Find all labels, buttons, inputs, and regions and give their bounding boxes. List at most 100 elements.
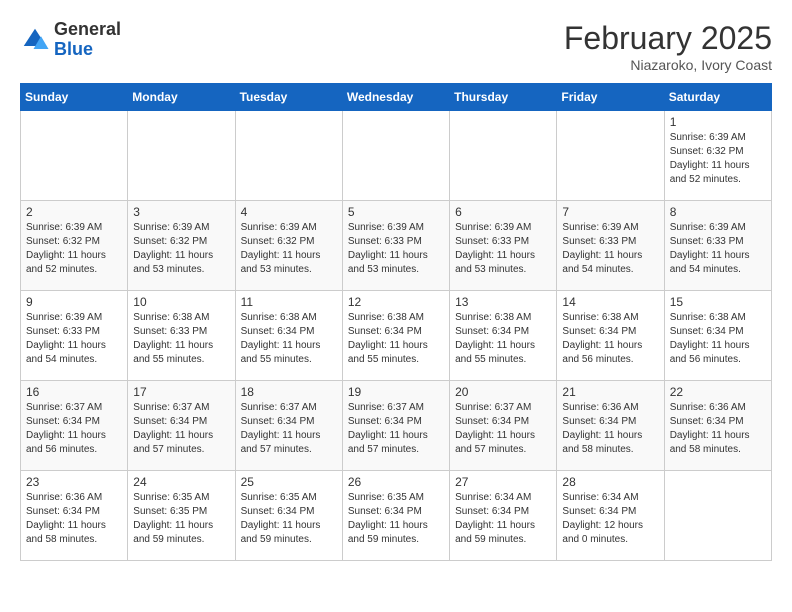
day-number: 1 (670, 115, 766, 129)
day-cell: 25Sunrise: 6:35 AM Sunset: 6:34 PM Dayli… (235, 471, 342, 561)
day-cell: 4 Sunrise: 6:39 AM Sunset: 6:32 PM Daylig… (235, 201, 342, 291)
day-number: 20 (455, 385, 551, 399)
day-cell: 27 Sunrise: 6:34 AM Sunset: 6:34 PM Dayli… (450, 471, 557, 561)
day-info: Sunrise: 6:35 AM Sunset: 6:34 PM Dayligh… (348, 491, 444, 547)
day-number: 11 (241, 295, 337, 309)
weekday-header-friday: Friday (557, 84, 664, 111)
day-cell: 16 Sunrise: 6:37 AM Sunset: 6:34 PM Dayli… (21, 381, 128, 471)
day-cell: 14 Sunrise: 6:38 AM Sunset: 6:34 PM Dayli… (557, 291, 664, 381)
day-cell: 26Sunrise: 6:35 AM Sunset: 6:34 PM Dayli… (342, 471, 449, 561)
day-info: Sunrise: 6:38 AM Sunset: 6:34 PM Dayligh… (670, 311, 766, 367)
day-info: Sunrise: 6:37 AM Sunset: 6:34 PM Dayligh… (26, 401, 122, 457)
day-info: Sunrise: 6:39 AM Sunset: 6:33 PM Dayligh… (348, 221, 444, 277)
day-cell: 5 Sunrise: 6:39 AM Sunset: 6:33 PM Daylig… (342, 201, 449, 291)
day-number: 17 (133, 385, 229, 399)
day-cell: 10 Sunrise: 6:38 AM Sunset: 6:33 PM Dayli… (128, 291, 235, 381)
weekday-header-tuesday: Tuesday (235, 84, 342, 111)
week-row-2: 2 Sunrise: 6:39 AM Sunset: 6:32 PM Daylig… (21, 201, 772, 291)
logo-icon (20, 25, 50, 55)
day-number: 9 (26, 295, 122, 309)
day-cell: 7 Sunrise: 6:39 AM Sunset: 6:33 PM Daylig… (557, 201, 664, 291)
day-cell: 18 Sunrise: 6:37 AM Sunset: 6:34 PM Dayli… (235, 381, 342, 471)
day-cell: 13 Sunrise: 6:38 AM Sunset: 6:34 PM Dayli… (450, 291, 557, 381)
day-info: Sunrise: 6:34 AM Sunset: 6:34 PM Dayligh… (455, 491, 551, 547)
day-number: 10 (133, 295, 229, 309)
day-info: Sunrise: 6:36 AM Sunset: 6:34 PM Dayligh… (670, 401, 766, 457)
day-cell (664, 471, 771, 561)
weekday-header-thursday: Thursday (450, 84, 557, 111)
day-info: Sunrise: 6:38 AM Sunset: 6:34 PM Dayligh… (455, 311, 551, 367)
day-cell: 28 Sunrise: 6:34 AM Sunset: 6:34 PM Dayli… (557, 471, 664, 561)
day-cell (128, 111, 235, 201)
day-number: 4 (241, 205, 337, 219)
day-cell: 19 Sunrise: 6:37 AM Sunset: 6:34 PM Dayli… (342, 381, 449, 471)
day-cell: 22 Sunrise: 6:36 AM Sunset: 6:34 PM Dayli… (664, 381, 771, 471)
week-row-5: 23 Sunrise: 6:36 AM Sunset: 6:34 PM Dayli… (21, 471, 772, 561)
day-info: Sunrise: 6:36 AM Sunset: 6:34 PM Dayligh… (26, 491, 122, 547)
day-number: 28 (562, 475, 658, 489)
day-cell: 2 Sunrise: 6:39 AM Sunset: 6:32 PM Daylig… (21, 201, 128, 291)
logo: General Blue (20, 20, 121, 60)
week-row-1: 1Sunrise: 6:39 AM Sunset: 6:32 PM Daylig… (21, 111, 772, 201)
weekday-header-wednesday: Wednesday (342, 84, 449, 111)
day-info: Sunrise: 6:37 AM Sunset: 6:34 PM Dayligh… (455, 401, 551, 457)
day-info: Sunrise: 6:34 AM Sunset: 6:34 PM Dayligh… (562, 491, 658, 547)
day-number: 7 (562, 205, 658, 219)
day-info: Sunrise: 6:37 AM Sunset: 6:34 PM Dayligh… (133, 401, 229, 457)
day-info: Sunrise: 6:38 AM Sunset: 6:33 PM Dayligh… (133, 311, 229, 367)
day-number: 19 (348, 385, 444, 399)
day-number: 18 (241, 385, 337, 399)
day-number: 24 (133, 475, 229, 489)
day-info: Sunrise: 6:39 AM Sunset: 6:32 PM Dayligh… (241, 221, 337, 277)
day-number: 15 (670, 295, 766, 309)
day-number: 27 (455, 475, 551, 489)
day-number: 16 (26, 385, 122, 399)
day-cell: 6 Sunrise: 6:39 AM Sunset: 6:33 PM Daylig… (450, 201, 557, 291)
day-cell: 15 Sunrise: 6:38 AM Sunset: 6:34 PM Dayli… (664, 291, 771, 381)
day-cell: 21Sunrise: 6:36 AM Sunset: 6:34 PM Dayli… (557, 381, 664, 471)
day-info: Sunrise: 6:39 AM Sunset: 6:33 PM Dayligh… (26, 311, 122, 367)
title-area: February 2025 Niazaroko, Ivory Coast (564, 20, 772, 73)
day-number: 23 (26, 475, 122, 489)
day-cell: 17 Sunrise: 6:37 AM Sunset: 6:34 PM Dayli… (128, 381, 235, 471)
day-cell (235, 111, 342, 201)
day-number: 12 (348, 295, 444, 309)
day-cell: 11Sunrise: 6:38 AM Sunset: 6:34 PM Dayli… (235, 291, 342, 381)
weekday-header-row: SundayMondayTuesdayWednesdayThursdayFrid… (21, 84, 772, 111)
day-cell: 9 Sunrise: 6:39 AM Sunset: 6:33 PM Daylig… (21, 291, 128, 381)
day-cell: 12 Sunrise: 6:38 AM Sunset: 6:34 PM Dayli… (342, 291, 449, 381)
day-cell (557, 111, 664, 201)
location: Niazaroko, Ivory Coast (564, 57, 772, 73)
day-number: 8 (670, 205, 766, 219)
day-info: Sunrise: 6:37 AM Sunset: 6:34 PM Dayligh… (241, 401, 337, 457)
weekday-header-monday: Monday (128, 84, 235, 111)
week-row-3: 9 Sunrise: 6:39 AM Sunset: 6:33 PM Daylig… (21, 291, 772, 381)
day-info: Sunrise: 6:38 AM Sunset: 6:34 PM Dayligh… (348, 311, 444, 367)
day-number: 2 (26, 205, 122, 219)
day-info: Sunrise: 6:39 AM Sunset: 6:32 PM Dayligh… (133, 221, 229, 277)
day-number: 3 (133, 205, 229, 219)
weekday-header-sunday: Sunday (21, 84, 128, 111)
calendar: SundayMondayTuesdayWednesdayThursdayFrid… (20, 83, 772, 561)
month-year: February 2025 (564, 20, 772, 57)
day-cell (342, 111, 449, 201)
day-cell: 23 Sunrise: 6:36 AM Sunset: 6:34 PM Dayli… (21, 471, 128, 561)
day-number: 22 (670, 385, 766, 399)
day-info: Sunrise: 6:36 AM Sunset: 6:34 PM Dayligh… (562, 401, 658, 457)
day-cell (450, 111, 557, 201)
day-info: Sunrise: 6:39 AM Sunset: 6:32 PM Dayligh… (26, 221, 122, 277)
logo-text: General Blue (54, 20, 121, 60)
day-number: 25 (241, 475, 337, 489)
day-info: Sunrise: 6:37 AM Sunset: 6:34 PM Dayligh… (348, 401, 444, 457)
day-number: 14 (562, 295, 658, 309)
day-cell: 24Sunrise: 6:35 AM Sunset: 6:35 PM Dayli… (128, 471, 235, 561)
day-number: 6 (455, 205, 551, 219)
day-info: Sunrise: 6:39 AM Sunset: 6:33 PM Dayligh… (562, 221, 658, 277)
day-info: Sunrise: 6:39 AM Sunset: 6:33 PM Dayligh… (455, 221, 551, 277)
page-header: General Blue February 2025 Niazaroko, Iv… (20, 20, 772, 73)
day-number: 5 (348, 205, 444, 219)
day-number: 13 (455, 295, 551, 309)
day-cell: 1Sunrise: 6:39 AM Sunset: 6:32 PM Daylig… (664, 111, 771, 201)
day-info: Sunrise: 6:38 AM Sunset: 6:34 PM Dayligh… (562, 311, 658, 367)
logo-blue: Blue (54, 40, 121, 60)
